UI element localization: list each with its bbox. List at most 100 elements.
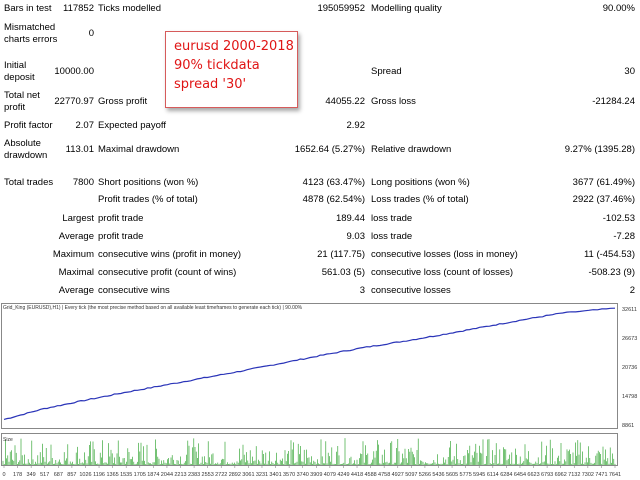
maxdd-label: Maximal drawdown (98, 144, 180, 155)
x-tick-label: 5775 (460, 472, 472, 478)
grossloss-label: Gross loss (371, 96, 416, 107)
pf-label: Profit factor (4, 120, 53, 131)
y-tick-label: 8861 (622, 423, 634, 429)
x-tick-label: 1874 (147, 472, 159, 478)
mal-cp-label: consecutive profit (count of wins) (98, 267, 237, 278)
avg-cl-value: 2 (629, 285, 635, 296)
mal-cp-value: 561.03 (5) (321, 267, 365, 278)
x-tick-label: 3740 (297, 472, 309, 478)
quality-label: Modelling quality (371, 3, 442, 14)
x-tick-label: 349 (27, 472, 36, 478)
grossprofit-label: Gross profit (98, 96, 148, 107)
x-tick-label: 3231 (256, 472, 268, 478)
mal-cl-value: -508.23 (9) (588, 267, 635, 278)
x-tick-label: 4927 (392, 472, 404, 478)
avg-cw-label: consecutive wins (98, 285, 170, 296)
x-tick-label: 2892 (229, 472, 241, 478)
x-tick-label: 6962 (555, 472, 567, 478)
x-tick-label: 3909 (310, 472, 322, 478)
x-tick-label: 2044 (161, 472, 173, 478)
lt-label: Loss trades (% of total) (371, 194, 469, 205)
max-cw-value: 21 (117.75) (317, 249, 365, 260)
average-label: Average (58, 231, 94, 242)
maxdd-value: 1652.64 (5.27%) (294, 144, 365, 155)
x-tick-label: 7132 (568, 472, 580, 478)
x-tick-label: 6793 (541, 472, 553, 478)
ticks-label: Ticks modelled (98, 3, 162, 14)
x-tick-label: 6284 (500, 472, 512, 478)
annotation-line-2: 90% tickdata (174, 58, 260, 73)
mal-cl-label: consecutive loss (count of losses) (371, 267, 514, 278)
avg-pt-value: 9.03 (346, 231, 366, 242)
x-tick-label: 517 (40, 472, 49, 478)
x-tick-label: 5266 (419, 472, 431, 478)
avg-pt-label: profit trade (98, 231, 144, 242)
x-tick-label: 7302 (582, 472, 594, 478)
x-tick-label: 2553 (202, 472, 214, 478)
y-tick-label: 20736 (622, 365, 637, 371)
size-label: Size (3, 437, 13, 443)
x-tick-label: 4249 (337, 472, 349, 478)
deposit-value: 10000.00 (54, 66, 94, 77)
spread-value: 30 (624, 66, 635, 77)
quality-value: 90.00% (602, 3, 635, 14)
x-tick-label: 3401 (269, 472, 281, 478)
max-cl-value: 11 (-454.53) (583, 249, 635, 260)
avg-lt-value: -7.28 (613, 231, 635, 242)
largest-pt-label: profit trade (98, 213, 144, 224)
short-label: Short positions (won %) (98, 177, 199, 188)
backtest-report: Bars in test 117852 Ticks modelled 19505… (0, 0, 640, 296)
mismatch-value: 0 (88, 28, 94, 39)
average2-label: Average (58, 285, 94, 296)
grossloss-value: -21284.24 (592, 96, 635, 107)
avg-cl-label: consecutive losses (371, 285, 451, 296)
pt-value: 4878 (62.54%) (302, 194, 365, 205)
x-tick-label: 5097 (405, 472, 417, 478)
short-value: 4123 (63.47%) (302, 177, 365, 188)
x-tick-label: 6454 (514, 472, 526, 478)
long-value: 3677 (61.49%) (572, 177, 635, 188)
x-tick-label: 6623 (527, 472, 539, 478)
ep-value: 2.92 (346, 120, 366, 131)
x-tick-label: 3570 (283, 472, 295, 478)
annotation-line-3: spread '30' (174, 77, 247, 92)
x-tick-label: 6114 (487, 472, 499, 478)
y-tick-label: 32611 (622, 307, 637, 313)
netprofit-value: 22770.97 (54, 96, 94, 107)
trades-label: Total trades (4, 177, 54, 188)
x-tick-label: 2213 (174, 472, 186, 478)
largest-pt-value: 189.44 (335, 213, 365, 224)
x-tick-label: 4418 (351, 472, 363, 478)
ep-label: Expected payoff (98, 120, 166, 131)
avg-lt-label: loss trade (371, 231, 413, 242)
max-cw-label: consecutive wins (profit in money) (98, 249, 242, 260)
pt-label: Profit trades (% of total) (98, 194, 198, 205)
x-tick-label: 7471 (595, 472, 607, 478)
x-tick-label: 1196 (93, 472, 105, 478)
x-tick-label: 4758 (378, 472, 390, 478)
x-tick-label: 687 (54, 472, 63, 478)
annotation-callout: eurusd 2000-2018 90% tickdata spread '30… (165, 31, 298, 108)
y-tick-label: 26673 (622, 336, 637, 342)
x-tick-label: 7641 (609, 472, 621, 478)
max-cl-label: consecutive losses (loss in money) (371, 249, 518, 260)
avg-cw-value: 3 (359, 285, 365, 296)
reldd-value: 9.27% (1395.28) (564, 144, 635, 155)
bars-label: Bars in test (4, 3, 52, 14)
x-tick-label: 1705 (134, 472, 146, 478)
chart-header: Grid_King (EURUSD),H1) | Every tick (the… (3, 305, 303, 311)
x-tick-label: 4079 (324, 472, 336, 478)
x-tick-label: 0 (2, 472, 5, 478)
absdd-label: Absolute drawdown (4, 138, 48, 161)
x-tick-label: 5436 (432, 472, 444, 478)
spread-label: Spread (371, 66, 402, 77)
balance-plot-area (1, 303, 618, 429)
lt-value: 2922 (37.46%) (572, 194, 635, 205)
ticks-value: 195059952 (317, 3, 365, 14)
largest-label: Largest (62, 213, 94, 224)
trades-value: 7800 (72, 177, 94, 188)
annotation-line-1: eurusd 2000-2018 (174, 39, 294, 54)
x-tick-label: 1535 (120, 472, 132, 478)
reldd-label: Relative drawdown (371, 144, 452, 155)
absdd-value: 113.01 (65, 144, 94, 155)
